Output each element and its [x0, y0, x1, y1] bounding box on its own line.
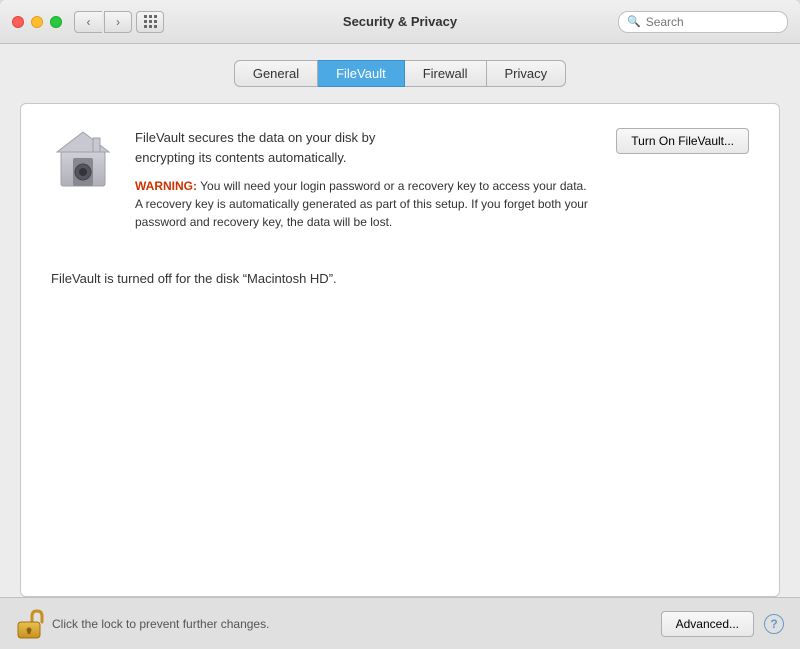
forward-button[interactable]: › — [104, 11, 132, 33]
back-button[interactable]: ‹ — [74, 11, 102, 33]
maximize-button[interactable] — [50, 16, 62, 28]
bottom-bar: Click the lock to prevent further change… — [0, 597, 800, 649]
traffic-lights — [12, 16, 62, 28]
search-bar[interactable]: 🔍 — [618, 11, 788, 33]
nav-buttons: ‹ › — [74, 11, 132, 33]
search-input[interactable] — [646, 15, 779, 29]
tab-privacy[interactable]: Privacy — [487, 60, 567, 87]
lock-button[interactable]: Click the lock to prevent further change… — [16, 608, 269, 640]
lock-icon — [16, 608, 44, 640]
help-button[interactable]: ? — [764, 614, 784, 634]
content-area: General FileVault Firewall Privacy — [0, 44, 800, 597]
advanced-button[interactable]: Advanced... — [661, 611, 754, 637]
turn-on-filevault-button[interactable]: Turn On FileVault... — [616, 128, 749, 154]
lock-label: Click the lock to prevent further change… — [52, 617, 269, 631]
warning-body: You will need your login password or a r… — [135, 179, 588, 229]
filevault-icon — [51, 128, 115, 192]
grid-icon — [144, 15, 157, 28]
warning-text: WARNING: You will need your login passwo… — [135, 177, 596, 231]
main-description: FileVault secures the data on your disk … — [135, 128, 596, 167]
titlebar: ‹ › Security & Privacy 🔍 — [0, 0, 800, 44]
bottom-right: Advanced... ? — [661, 611, 784, 637]
tab-firewall[interactable]: Firewall — [405, 60, 487, 87]
tab-general[interactable]: General — [234, 60, 318, 87]
warning-label: WARNING: — [135, 179, 197, 193]
search-icon: 🔍 — [627, 15, 641, 28]
tab-filevault[interactable]: FileVault — [318, 60, 405, 87]
main-window: ‹ › Security & Privacy 🔍 General FileVau… — [0, 0, 800, 649]
tab-bar: General FileVault Firewall Privacy — [20, 60, 780, 87]
panel-top: FileVault secures the data on your disk … — [51, 128, 749, 231]
filevault-panel: FileVault secures the data on your disk … — [20, 103, 780, 597]
close-button[interactable] — [12, 16, 24, 28]
minimize-button[interactable] — [31, 16, 43, 28]
filevault-status: FileVault is turned off for the disk “Ma… — [51, 261, 749, 296]
window-title: Security & Privacy — [343, 14, 457, 29]
app-grid-button[interactable] — [136, 11, 164, 33]
panel-description: FileVault secures the data on your disk … — [135, 128, 596, 231]
